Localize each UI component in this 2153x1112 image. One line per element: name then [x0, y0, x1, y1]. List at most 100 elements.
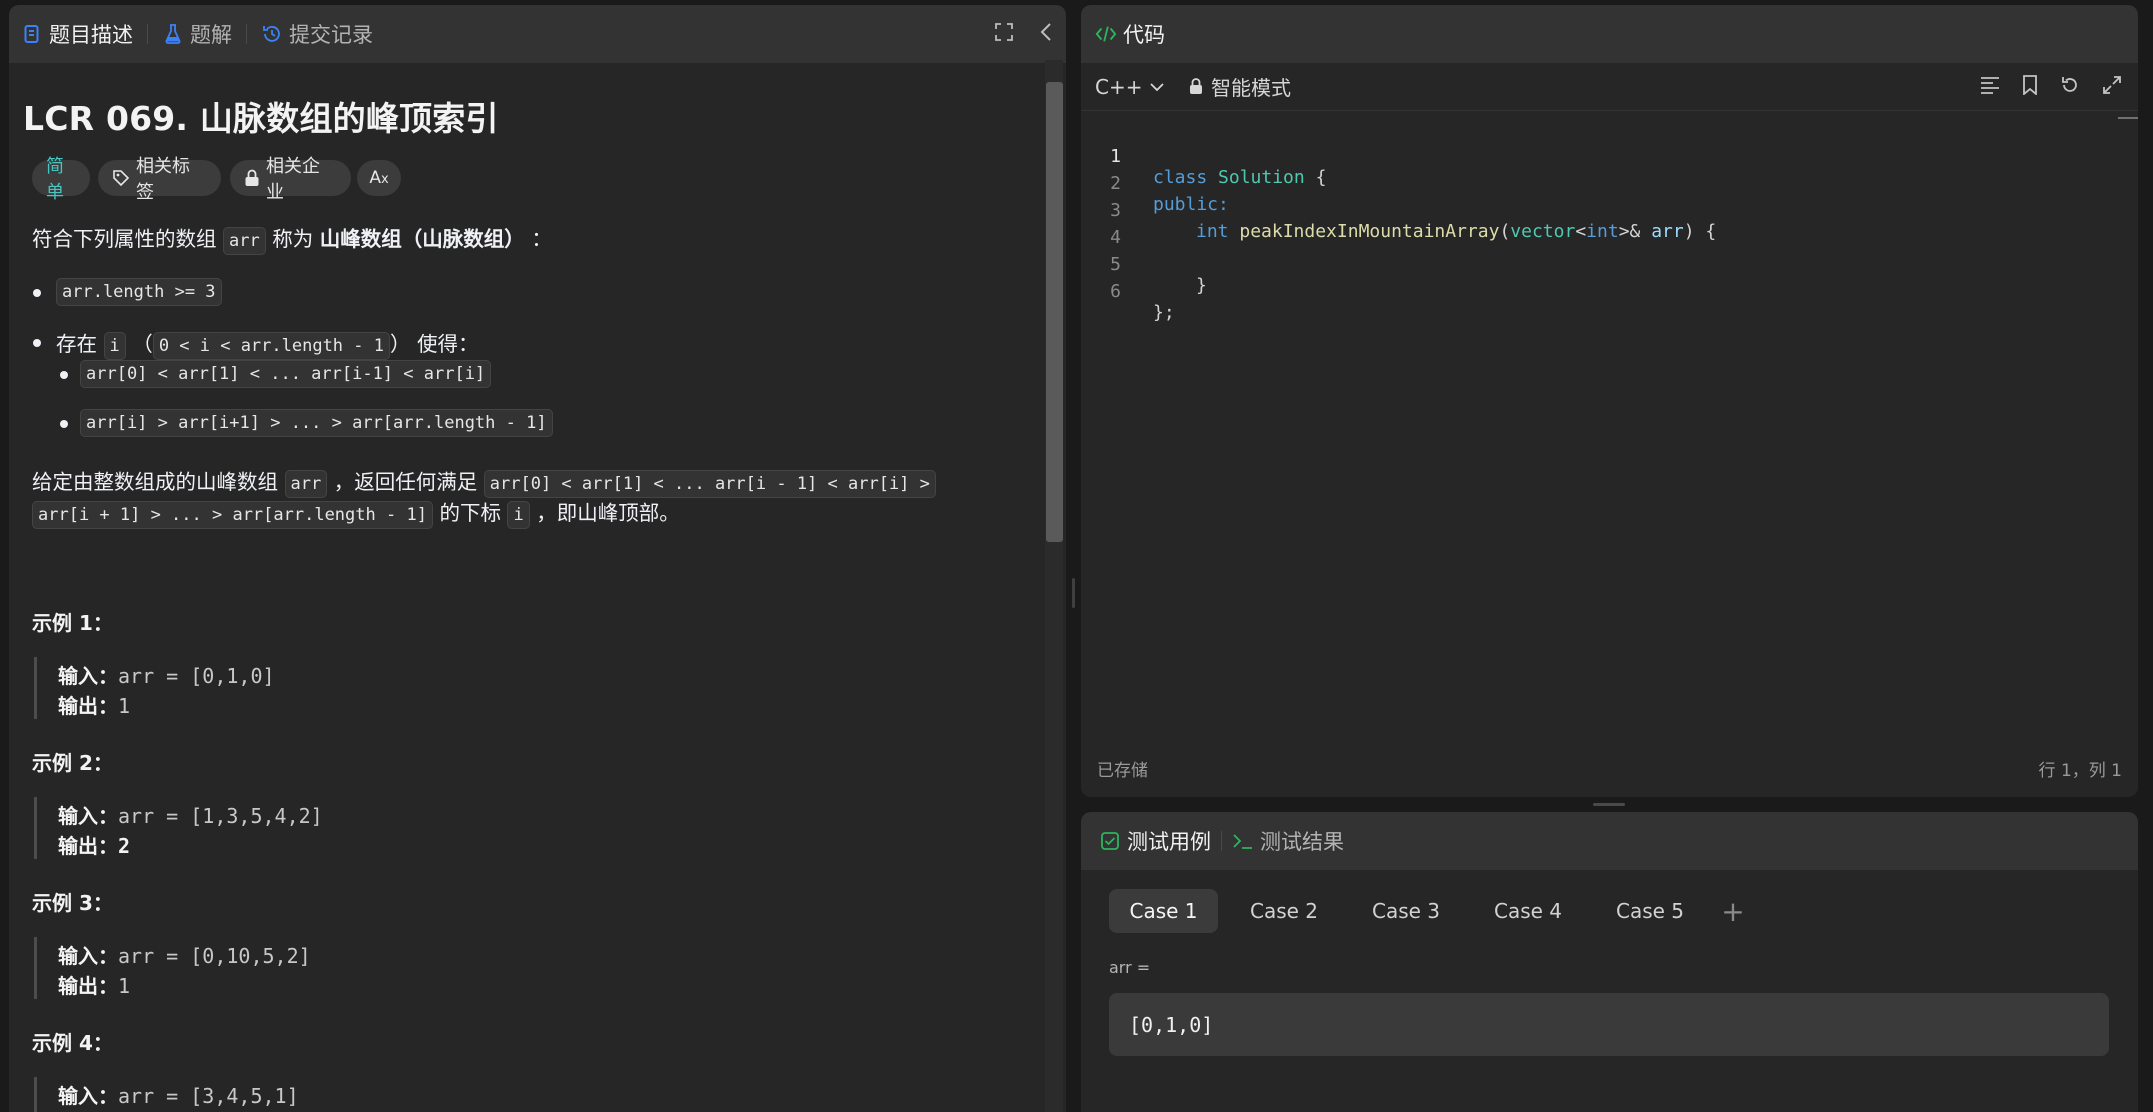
tab-separator [1221, 831, 1222, 851]
bookmark-icon[interactable] [2022, 74, 2038, 99]
inline-code: arr [223, 227, 266, 255]
example-3-title: 示例 3： [32, 891, 113, 915]
bullet [60, 371, 68, 379]
code-panel-header: 代码 [1081, 5, 2138, 63]
tab-solutions[interactable]: 题解 [162, 5, 232, 63]
scrollbar-thumb[interactable] [1046, 82, 1063, 542]
smart-mode-toggle[interactable]: 智能模式 [1189, 63, 1291, 110]
code-panel: 代码 C++ 智能模式 1 class Solution { 2 public:… [1081, 5, 2138, 797]
condition-2: 存在 i （0 < i < arr.length - 1） 使得： [56, 327, 479, 360]
case-tab-1[interactable]: Case 1 [1109, 889, 1218, 933]
difficulty-badge[interactable]: 简单 [32, 156, 90, 203]
inline-code: arr[0] < arr[1] < ... arr[i - 1] < arr[i… [483, 470, 936, 498]
code-icon [1095, 23, 1117, 45]
problem-title: LCR 069. 山脉数组的峰顶索引 [23, 99, 499, 138]
terminal-icon [1232, 830, 1254, 852]
tab-test-results[interactable]: 测试结果 [1232, 812, 1344, 870]
related-tags-label: 相关标签 [136, 156, 190, 203]
editor-status-bar: 已存储 行 1，列 1 [1097, 753, 2122, 783]
chevron-down-icon [1150, 82, 1165, 92]
example-1-title: 示例 1： [32, 611, 113, 635]
tab-description[interactable]: 题目描述 [21, 5, 133, 63]
expand-icon[interactable] [2102, 75, 2122, 99]
example-4-title: 示例 4： [32, 1031, 113, 1055]
related-companies-button[interactable]: 相关企业 [230, 156, 351, 203]
tab-code-label: 代码 [1123, 23, 1165, 47]
code-line-1: 1 class Solution { [1081, 125, 2138, 188]
related-tags-button[interactable]: 相关标签 [98, 156, 221, 203]
fullscreen-icon[interactable] [994, 22, 1014, 46]
condition-1: arr.length >= 3 [56, 278, 222, 306]
example-3-quote [34, 937, 37, 999]
tab-submissions[interactable]: 提交记录 [261, 5, 373, 63]
language-select[interactable]: C++ [1095, 63, 1165, 110]
param-input[interactable]: [0,1,0] [1109, 993, 2109, 1056]
inline-code: arr[i] > arr[i+1] > ... > arr[arr.length… [80, 409, 553, 437]
minimap-cursor [2118, 117, 2138, 119]
example-1-quote [34, 657, 37, 719]
example-4-quote [34, 1077, 37, 1112]
code-line-6: 6 }; [1081, 260, 2138, 323]
lock-icon [1189, 78, 1203, 95]
saved-status: 已存储 [1097, 760, 1148, 781]
language-label: C++ [1095, 74, 1143, 99]
inline-code: 0 < i < arr.length - 1 [152, 332, 390, 360]
tag-icon [112, 169, 130, 187]
testcase-panel: 测试用例 测试结果 Case 1 Case 2 Case 3 Case 4 Ca… [1081, 812, 2138, 1112]
inline-code: arr.length >= 3 [56, 278, 222, 306]
collapse-icon[interactable] [1040, 22, 1052, 46]
example-2-output: 输出：2 [58, 834, 131, 858]
horizontal-resize-handle[interactable] [1593, 803, 1625, 806]
example-3-output: 输出：1 [58, 974, 131, 998]
param-label: arr = [1109, 958, 1151, 977]
task-line-1: 给定由整数组成的山峰数组 arr ，返回任何满足 arr[0] < arr[1]… [32, 465, 936, 498]
related-companies-label: 相关企业 [266, 156, 320, 203]
tab-separator [246, 24, 247, 44]
cursor-position: 行 1，列 1 [2038, 760, 2122, 781]
bullet [33, 289, 41, 297]
case-tab-3[interactable]: Case 3 [1351, 889, 1461, 933]
sub-condition-2: arr[i] > arr[i+1] > ... > arr[arr.length… [80, 409, 553, 437]
tab-testcases-label: 测试用例 [1127, 830, 1211, 854]
task-line-2: arr[i + 1] > ... > arr[arr.length - 1] 的… [32, 496, 680, 529]
inline-code: arr [284, 470, 328, 498]
example-3-input: 输入：arr = [0,10,5,2] [58, 944, 311, 968]
code-line-4: 4 [1081, 206, 2138, 248]
panel-resize-handle[interactable] [1072, 578, 1075, 608]
smart-mode-label: 智能模式 [1211, 76, 1291, 100]
example-1-input: 输入：arr = [0,1,0] [58, 664, 275, 688]
example-1-output: 输出：1 [58, 694, 131, 718]
tab-description-label: 题目描述 [49, 23, 133, 47]
intro-text: 符合下列属性的数组 arr 称为 山峰数组（山脉数组） ： [32, 222, 552, 255]
tab-submissions-label: 提交记录 [289, 23, 373, 47]
code-line-2: 2 public: [1081, 152, 2138, 215]
format-icon[interactable] [1980, 76, 2000, 98]
tab-code[interactable]: 代码 [1095, 5, 1165, 63]
bullet [33, 339, 41, 347]
example-2-input: 输入：arr = [1,3,5,4,2] [58, 804, 323, 828]
tab-solutions-label: 题解 [190, 23, 232, 47]
inline-code: arr[i + 1] > ... > arr[arr.length - 1] [32, 501, 433, 529]
add-case-button[interactable]: + [1711, 889, 1755, 933]
tab-separator [147, 24, 148, 44]
case-tab-4[interactable]: Case 4 [1473, 889, 1583, 933]
bullet [60, 420, 68, 428]
history-icon [261, 23, 283, 45]
lock-icon [244, 169, 260, 187]
translate-icon: Ax [369, 168, 389, 188]
editor-tool-icons [1980, 63, 2122, 110]
example-2-quote [34, 797, 37, 859]
difficulty-label: 简单 [46, 156, 64, 203]
inline-code: i [507, 501, 530, 529]
description-icon [21, 23, 43, 45]
sub-condition-1: arr[0] < arr[1] < ... arr[i-1] < arr[i] [80, 360, 492, 388]
testcase-panel-header: 测试用例 测试结果 [1081, 812, 2138, 870]
inline-code: i [103, 332, 126, 360]
translate-button[interactable]: Ax [357, 160, 401, 196]
case-tab-5[interactable]: Case 5 [1595, 889, 1705, 933]
case-tab-2[interactable]: Case 2 [1229, 889, 1339, 933]
tab-test-results-label: 测试结果 [1260, 830, 1344, 854]
tab-testcases[interactable]: 测试用例 [1099, 812, 1211, 870]
example-4-input: 输入：arr = [3,4,5,1] [58, 1084, 299, 1108]
reset-icon[interactable] [2060, 75, 2080, 99]
